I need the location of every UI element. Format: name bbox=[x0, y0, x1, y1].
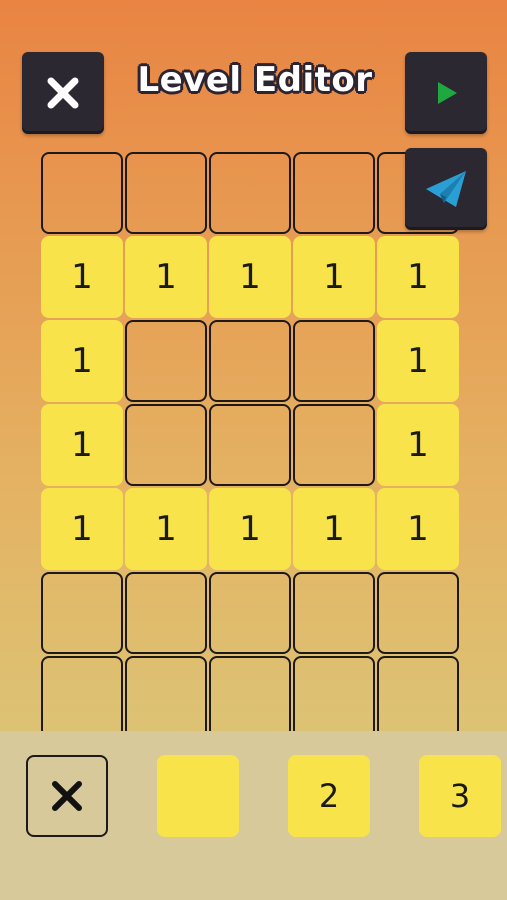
grid-cell[interactable] bbox=[293, 572, 375, 654]
grid-cell[interactable] bbox=[41, 152, 123, 234]
grid-cell[interactable] bbox=[209, 320, 291, 402]
grid-cell[interactable]: 1 bbox=[293, 236, 375, 318]
grid-cell[interactable] bbox=[209, 152, 291, 234]
grid-cell[interactable]: 1 bbox=[377, 488, 459, 570]
grid-cell[interactable] bbox=[209, 572, 291, 654]
grid-cell[interactable] bbox=[293, 320, 375, 402]
grid-cell[interactable]: 1 bbox=[377, 404, 459, 486]
grid-cell[interactable] bbox=[293, 152, 375, 234]
blank-tile-button[interactable] bbox=[157, 755, 239, 837]
grid-cell[interactable] bbox=[125, 572, 207, 654]
grid-cell[interactable]: 1 bbox=[41, 488, 123, 570]
grid-cell[interactable] bbox=[377, 572, 459, 654]
grid-cell[interactable]: 1 bbox=[377, 236, 459, 318]
close-icon bbox=[52, 781, 82, 811]
grid-cell[interactable]: 1 bbox=[377, 320, 459, 402]
grid-cell[interactable] bbox=[293, 404, 375, 486]
tile-2-button[interactable]: 2 bbox=[288, 755, 370, 837]
grid-cell[interactable]: 1 bbox=[209, 236, 291, 318]
grid-cell[interactable] bbox=[125, 152, 207, 234]
grid-cell[interactable]: 1 bbox=[41, 236, 123, 318]
close-icon bbox=[47, 77, 79, 109]
grid-cell[interactable]: 1 bbox=[125, 236, 207, 318]
grid-cell[interactable]: 1 bbox=[41, 404, 123, 486]
grid-cell[interactable] bbox=[209, 404, 291, 486]
share-button[interactable] bbox=[405, 148, 487, 230]
grid-cell[interactable] bbox=[125, 320, 207, 402]
grid-cell[interactable] bbox=[293, 656, 375, 738]
grid-cell[interactable]: 1 bbox=[125, 488, 207, 570]
grid-cell[interactable] bbox=[41, 572, 123, 654]
page-title: Level Editor bbox=[137, 60, 373, 100]
grid-cell[interactable] bbox=[125, 656, 207, 738]
play-icon bbox=[438, 82, 457, 104]
grid-cell[interactable]: 1 bbox=[293, 488, 375, 570]
grid-cell[interactable] bbox=[209, 656, 291, 738]
level-grid: 11111111111111 bbox=[41, 152, 461, 740]
paper-plane-icon bbox=[426, 171, 466, 207]
tile-palette: 2 3 bbox=[0, 731, 507, 900]
grid-cell[interactable]: 1 bbox=[41, 320, 123, 402]
erase-tile-button[interactable] bbox=[26, 755, 108, 837]
grid-cell[interactable]: 1 bbox=[209, 488, 291, 570]
tile-3-button[interactable]: 3 bbox=[419, 755, 501, 837]
grid-cell[interactable] bbox=[377, 656, 459, 738]
grid-cell[interactable] bbox=[125, 404, 207, 486]
play-button[interactable] bbox=[405, 52, 487, 134]
close-button[interactable] bbox=[22, 52, 104, 134]
grid-cell[interactable] bbox=[41, 656, 123, 738]
